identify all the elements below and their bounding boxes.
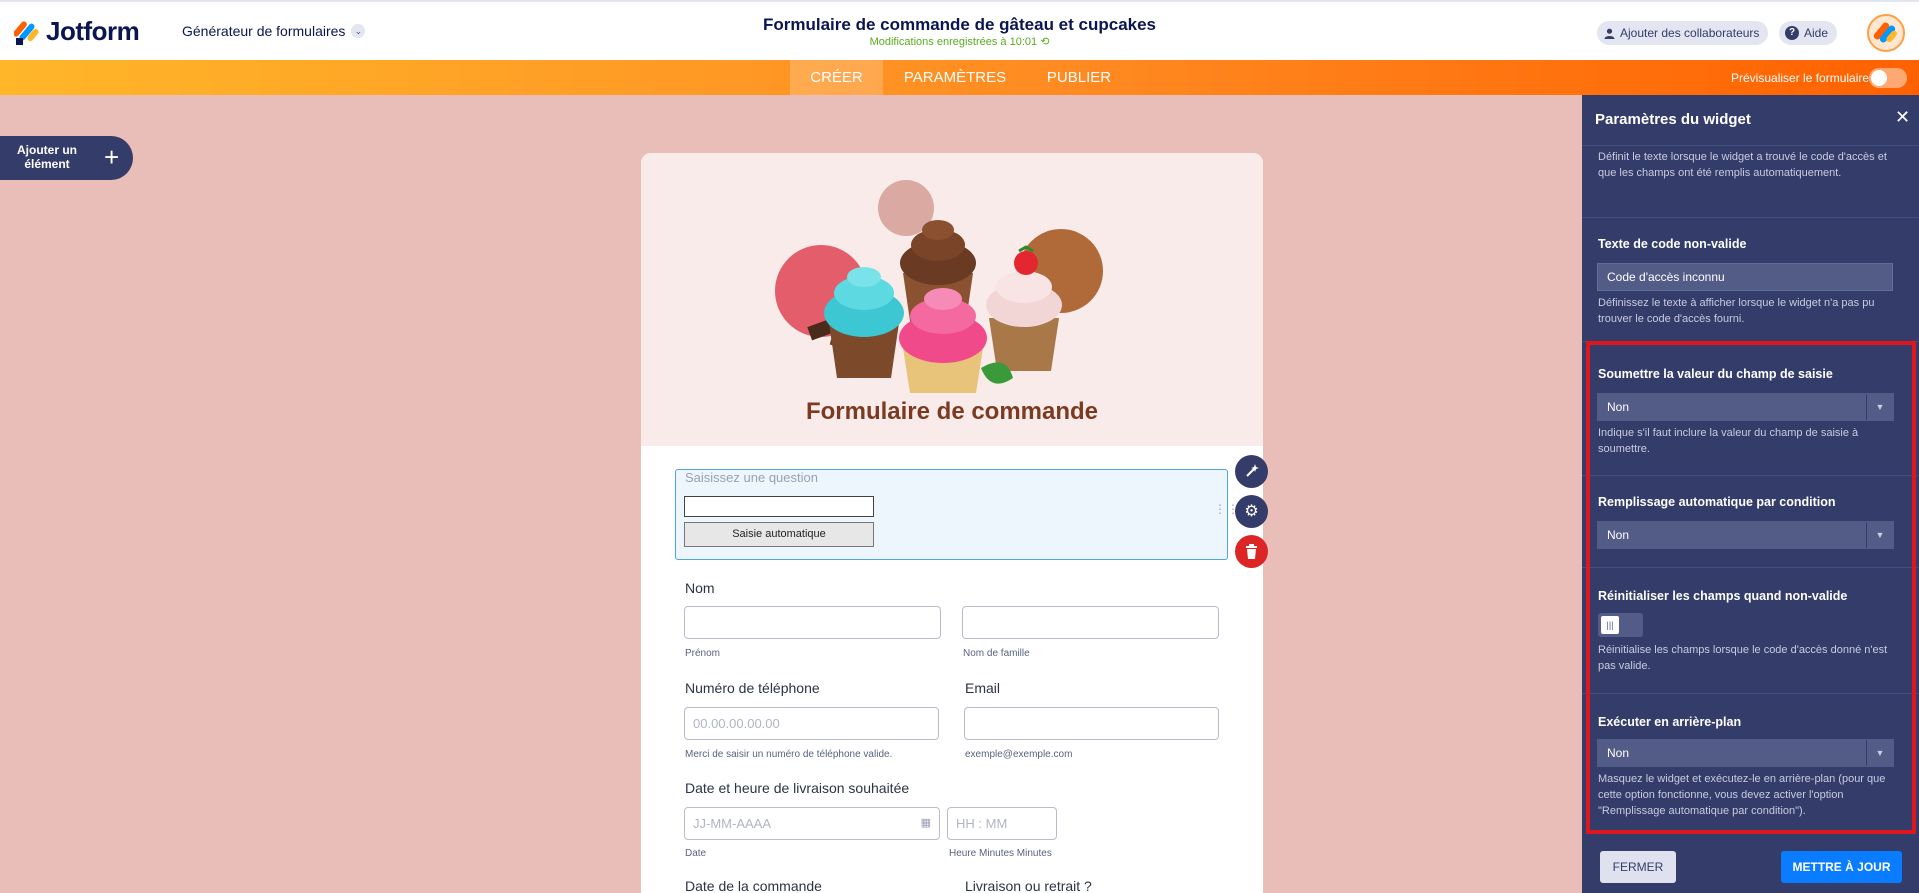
delivery-datetime-label: Date et heure de livraison souhaitée — [685, 780, 910, 796]
avatar-image — [1873, 22, 1897, 43]
time-input[interactable]: HH : MM — [947, 807, 1057, 840]
email-sublabel: exemple@exemple.com — [965, 749, 1073, 760]
form-title-heading[interactable]: Formulaire de commande — [641, 398, 1263, 426]
user-icon — [1604, 28, 1615, 39]
run-background-label: Exécuter en arrière-plan — [1598, 715, 1742, 729]
time-sublabel: Heure Minutes Minutes — [949, 848, 1052, 859]
panel-divider — [1582, 145, 1919, 146]
delivery-or-pickup-label: Livraison ou retrait ? — [965, 878, 1092, 893]
valid-code-desc: Définit le texte lorsque le widget a tro… — [1598, 151, 1887, 179]
update-button[interactable]: METTRE À JOUR — [1781, 851, 1902, 883]
date-input[interactable]: JJ-MM-AAAA ▦ — [684, 807, 940, 840]
widget-settings-panel: Paramètres du widget ✕ Définit le texte … — [1582, 95, 1919, 893]
reset-fields-label: Réinitialiser les champs quand non-valid… — [1598, 589, 1848, 603]
reset-fields-desc: Réinitialise les champs lorsque le code … — [1598, 644, 1888, 672]
magic-wand-icon — [1245, 464, 1259, 477]
phone-label: Numéro de téléphone — [685, 680, 820, 696]
panel-divider — [1582, 217, 1919, 218]
submit-value-label: Soumettre la valeur du champ de saisie — [1598, 367, 1833, 381]
top-header: Jotform Générateur de formulaires ⌄ Form… — [0, 0, 1919, 60]
phone-sublabel: Merci de saisir un numéro de téléphone v… — [685, 749, 893, 760]
autofill-condition-select[interactable]: Non ▼ — [1597, 521, 1894, 549]
email-input[interactable] — [964, 707, 1219, 740]
panel-divider — [1582, 567, 1919, 568]
autofill-button[interactable]: Saisie automatique — [684, 522, 874, 547]
add-element-label: Ajouter un élément — [17, 143, 77, 171]
caret-down-icon: ▼ — [1866, 740, 1893, 766]
first-name-input[interactable] — [684, 606, 941, 639]
run-background-select[interactable]: Non ▼ — [1597, 739, 1894, 767]
chevron-down-icon: ⌄ — [351, 24, 366, 38]
form-header[interactable]: Formulaire de commande — [641, 153, 1263, 446]
main-nav: CRÉER PARAMÈTRES PUBLIER Prévisualiser l… — [0, 60, 1919, 95]
panel-title: Paramètres du widget — [1595, 111, 1751, 128]
jotform-logo[interactable]: Jotform — [14, 16, 140, 47]
widget-code-input[interactable] — [684, 496, 874, 517]
autofill-condition-selected: Non — [1607, 528, 1630, 542]
question-icon: ? — [1785, 26, 1799, 40]
tab-settings[interactable]: PARAMÈTRES — [890, 60, 1020, 95]
delete-icon — [1246, 544, 1257, 559]
help-label: Aide — [1804, 26, 1829, 40]
submit-value-selected: Non — [1607, 400, 1630, 414]
email-label: Email — [965, 680, 1001, 696]
preview-label: Prévisualiser le formulaire — [1731, 71, 1870, 85]
submit-value-desc: Indique s'il faut inclure la valeur du c… — [1598, 427, 1859, 455]
refresh-icon: ⟲ — [1040, 36, 1050, 48]
last-name-sublabel: Nom de famille — [963, 648, 1030, 659]
autofill-condition-label: Remplissage automatique par condition — [1598, 495, 1836, 509]
invalid-code-input[interactable]: Code d'accès inconnu — [1597, 263, 1893, 291]
caret-down-icon: ▼ — [1866, 394, 1893, 420]
logo-text: Jotform — [46, 16, 140, 46]
date-placeholder: JJ-MM-AAAA — [693, 816, 771, 831]
add-collaborators-button[interactable]: Ajouter des collaborateurs — [1597, 21, 1769, 45]
panel-divider — [1582, 341, 1919, 342]
gear-icon[interactable]: ⚙ — [1235, 495, 1268, 528]
invalid-code-label: Texte de code non-valide — [1598, 237, 1747, 251]
toggle-knob: ||| — [1601, 616, 1619, 634]
close-button[interactable]: FERMER — [1600, 851, 1676, 883]
form-card: Formulaire de commande Saisissez une que… — [641, 153, 1263, 893]
run-background-selected: Non — [1607, 746, 1630, 760]
calendar-icon[interactable]: ▦ — [921, 816, 931, 829]
widget-question-placeholder[interactable]: Saisissez une question — [685, 470, 818, 485]
submit-value-select[interactable]: Non ▼ — [1597, 393, 1894, 421]
help-button[interactable]: ? Aide — [1779, 21, 1838, 45]
close-icon[interactable]: ✕ — [1895, 107, 1910, 128]
save-status-text: Modifications enregistrées à 10:01 — [869, 36, 1038, 48]
caret-down-icon: ▼ — [1866, 522, 1893, 548]
invalid-code-desc: Définissez le texte à afficher lorsque l… — [1598, 297, 1875, 325]
phone-input[interactable]: 00.00.00.00.00 — [684, 707, 939, 740]
builder-dropdown[interactable]: Générateur de formulaires ⌄ — [182, 23, 366, 39]
add-collaborators-label: Ajouter des collaborateurs — [1620, 26, 1760, 40]
run-background-desc: Masquez le widget et exécutez-le en arri… — [1598, 773, 1886, 817]
autofill-widget[interactable]: Saisissez une question Saisie automatiqu… — [675, 469, 1239, 560]
add-element-button[interactable]: Ajouter un élément + — [0, 136, 133, 180]
avatar[interactable] — [1867, 14, 1905, 52]
reset-fields-toggle[interactable]: ||| — [1598, 613, 1643, 637]
builder-dropdown-label: Générateur de formulaires — [182, 23, 346, 39]
wizard-icon[interactable] — [1235, 455, 1268, 488]
order-date-label: Date de la commande — [685, 878, 822, 893]
date-sublabel: Date — [685, 848, 707, 859]
panel-divider — [1582, 475, 1919, 476]
plus-icon: + — [104, 142, 120, 172]
trash-icon[interactable] — [1235, 535, 1268, 568]
tab-publish[interactable]: PUBLIER — [1035, 60, 1123, 95]
last-name-input[interactable] — [962, 606, 1219, 639]
tab-create[interactable]: CRÉER — [790, 60, 883, 95]
cupcakes-image — [775, 180, 1103, 393]
panel-divider — [1582, 693, 1919, 694]
name-label: Nom — [685, 580, 715, 596]
first-name-sublabel: Prénom — [685, 648, 721, 659]
preview-toggle[interactable] — [1869, 68, 1907, 88]
jotform-logo-icon — [14, 20, 39, 45]
preview-toggle-knob — [1871, 70, 1887, 86]
